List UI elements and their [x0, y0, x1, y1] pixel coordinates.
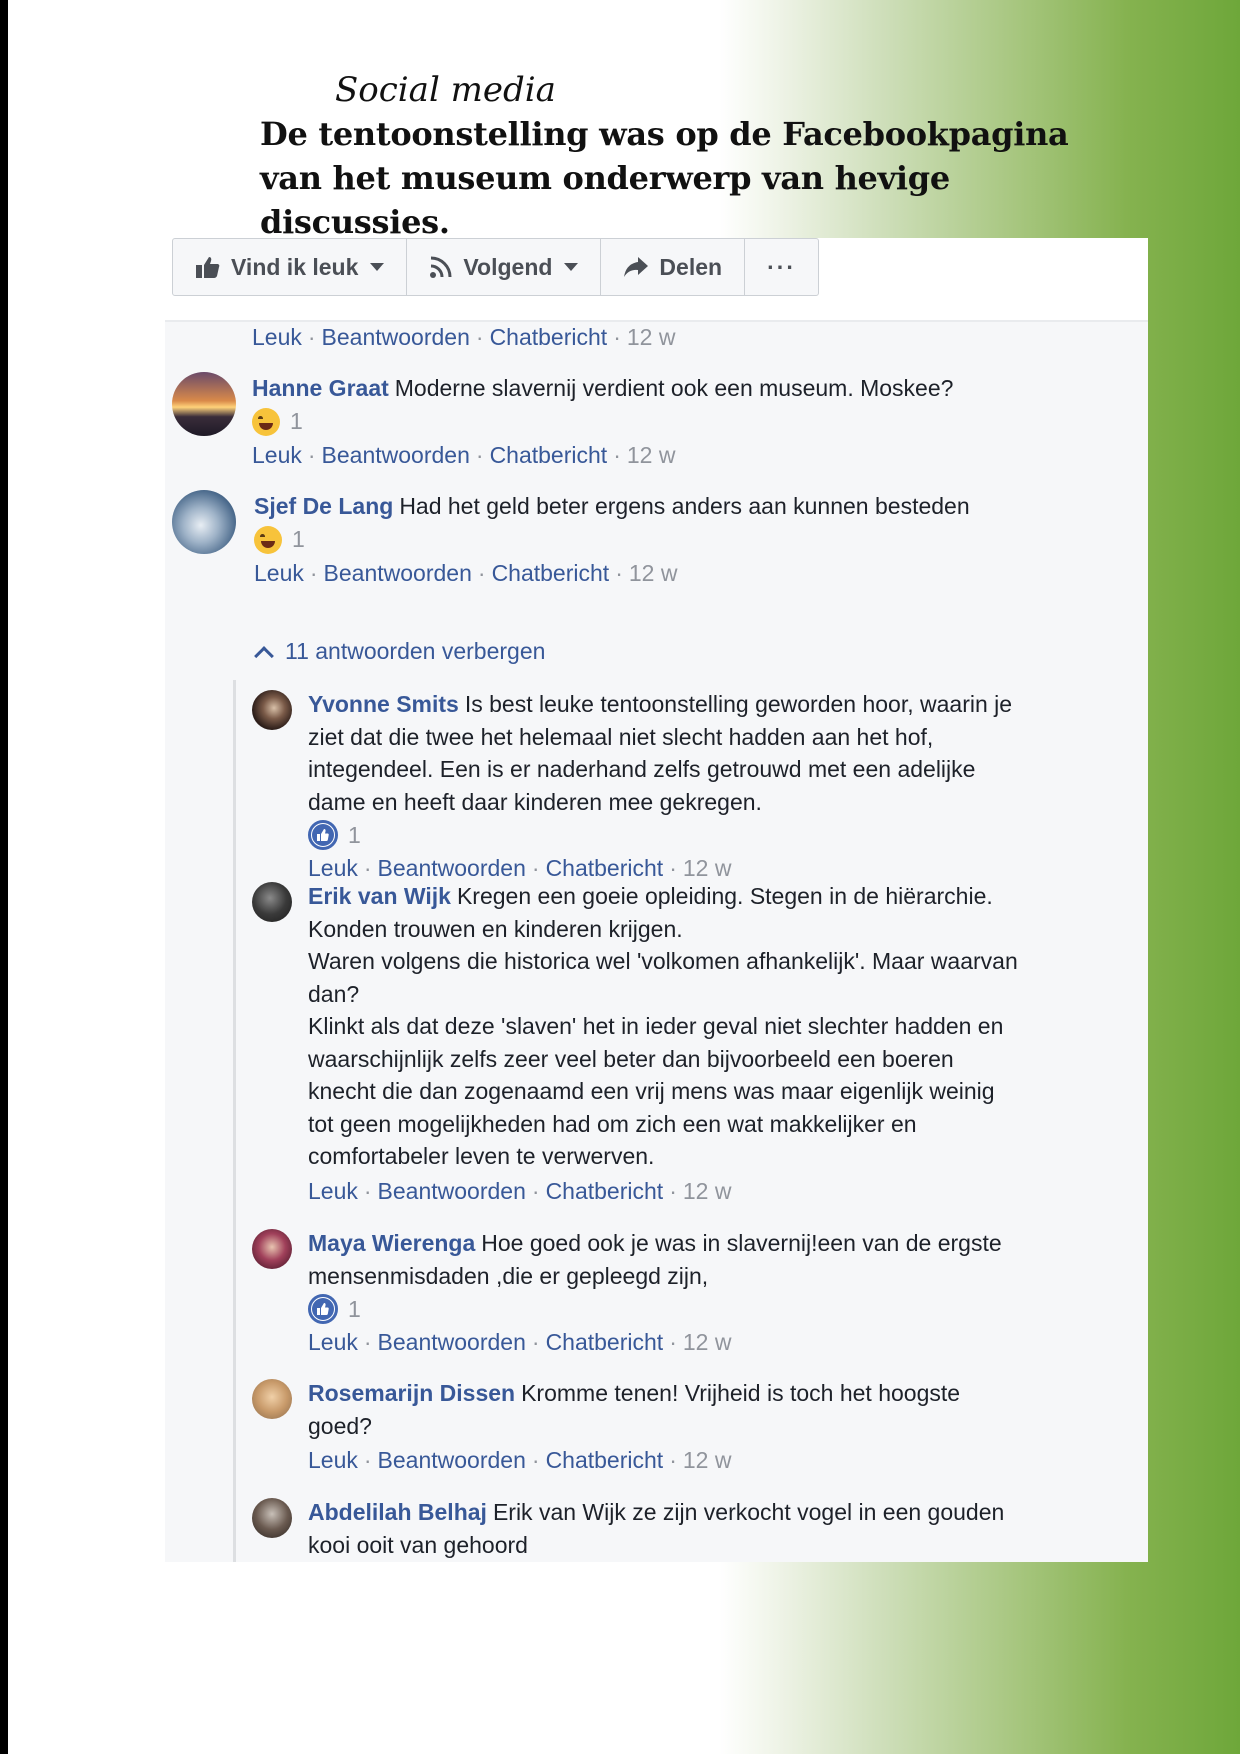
chat-link[interactable]: Chatbericht: [546, 855, 664, 881]
comment: Sjef De Lang Had het geld beter ergens an…: [165, 490, 1148, 600]
reply-text-block: Yvonne Smits Is best leuke tentoonstellin…: [308, 691, 1013, 815]
comment-actions: Leuk · Beantwoorden · Chatbericht · 12 w: [308, 1447, 732, 1473]
chevron-up-icon: [254, 645, 274, 666]
chevron-down-icon: [564, 263, 579, 271]
comment-actions: Leuk · Beantwoorden · Chatbericht · 12 w: [308, 1177, 732, 1204]
like-link[interactable]: Leuk: [252, 442, 302, 468]
reply-link[interactable]: Beantwoorden: [322, 442, 470, 468]
reply-text-block: Maya Wierenga Hoe goed ook je was in slav…: [308, 1230, 1002, 1289]
reply-link[interactable]: Beantwoorden: [378, 855, 526, 881]
comment-author[interactable]: Yvonne Smits: [308, 691, 459, 717]
comment-timestamp: 12 w: [628, 559, 678, 586]
comment-author[interactable]: Hanne Graat: [252, 375, 389, 401]
like-reaction-icon: [308, 820, 338, 850]
replies-thread-line: [233, 680, 236, 1562]
comment-timestamp: 12 w: [682, 1447, 732, 1473]
reaction-summary[interactable]: 1: [254, 523, 1134, 557]
comment-timestamp: 12 w: [626, 324, 676, 350]
reaction-count: 1: [348, 821, 361, 848]
chevron-down-icon: [370, 263, 385, 271]
follow-label: Volgend: [463, 253, 553, 280]
avatar[interactable]: [172, 372, 236, 436]
comment: Hanne Graat Moderne slavernij verdient oo…: [165, 372, 1148, 482]
hide-replies-label: 11 antwoorden verbergen: [285, 638, 546, 664]
like-page-label: Vind ik leuk: [231, 253, 359, 280]
reply-text-block: Erik van Wijk Kregen een goeie opleiding.…: [308, 883, 1018, 1169]
reply-link[interactable]: Beantwoorden: [324, 560, 472, 586]
avatar[interactable]: [172, 490, 236, 554]
reply-link[interactable]: Beantwoorden: [378, 1447, 526, 1473]
reply-link[interactable]: Beantwoorden: [378, 1178, 526, 1204]
more-options-button[interactable]: ···: [745, 239, 818, 295]
comment-author[interactable]: Abdelilah Belhaj: [308, 1499, 487, 1525]
comment-timestamp: 12 w: [682, 1329, 732, 1355]
comment-text: Moderne slavernij verdient ook een museu…: [394, 375, 954, 401]
haha-emoji-icon: [254, 525, 282, 554]
hide-replies-toggle[interactable]: 11 antwoorden verbergen: [254, 638, 546, 666]
share-button[interactable]: Delen: [601, 239, 746, 295]
comment-actions: Leuk · Beantwoorden · Chatbericht · 12 w: [252, 441, 676, 468]
post-toolbar: Vind ik leuk Volgend Delen ···: [165, 238, 1148, 322]
like-page-button[interactable]: Vind ik leuk: [173, 239, 408, 295]
like-link[interactable]: Leuk: [252, 324, 302, 350]
comment-text: Had het geld beter ergens anders aan kun…: [399, 493, 970, 519]
section-lede: De tentoonstelling was op de Facebookpag…: [260, 115, 1069, 241]
reply-link[interactable]: Beantwoorden: [378, 1329, 526, 1355]
facebook-screenshot: Vind ik leuk Volgend Delen ··· Leuk · Be…: [165, 238, 1148, 1562]
chat-link[interactable]: Chatbericht: [490, 442, 608, 468]
avatar[interactable]: [252, 882, 292, 922]
like-reaction-icon: [308, 1294, 338, 1324]
like-link[interactable]: Leuk: [308, 1447, 358, 1473]
chat-link[interactable]: Chatbericht: [546, 1447, 664, 1473]
reaction-summary[interactable]: 1: [252, 405, 1132, 439]
haha-emoji-icon: [252, 407, 280, 436]
avatar[interactable]: [252, 690, 292, 730]
reaction-summary[interactable]: 1: [308, 818, 1138, 852]
follow-button[interactable]: Volgend: [407, 239, 602, 295]
thumbs-up-icon: [195, 255, 221, 279]
chat-link[interactable]: Chatbericht: [546, 1329, 664, 1355]
toolbar-button-group: Vind ik leuk Volgend Delen ···: [172, 238, 820, 296]
avatar[interactable]: [252, 1229, 292, 1269]
comment-author[interactable]: Maya Wierenga: [308, 1230, 475, 1256]
comment-actions: Leuk · Beantwoorden · Chatbericht · 12 w: [254, 559, 678, 586]
avatar[interactable]: [252, 1379, 292, 1419]
comment-timestamp: 12 w: [682, 1177, 732, 1204]
like-link[interactable]: Leuk: [308, 855, 358, 881]
like-link[interactable]: Leuk: [254, 560, 304, 586]
comment-actions: Leuk · Beantwoorden · Chatbericht · 12 w: [308, 1329, 732, 1355]
chat-link[interactable]: Chatbericht: [492, 560, 610, 586]
chat-link[interactable]: Chatbericht: [546, 1178, 664, 1204]
reply-text-block: Abdelilah Belhaj Erik van Wijk ze zijn ve…: [308, 1499, 1005, 1558]
reply-link[interactable]: Beantwoorden: [322, 324, 470, 350]
comment-author[interactable]: Rosemarijn Dissen: [308, 1380, 515, 1406]
avatar[interactable]: [252, 1498, 292, 1538]
comment-timestamp: 12 w: [682, 855, 732, 881]
reaction-count: 1: [290, 408, 303, 435]
article-heading: Social media De tentoonstelling was op d…: [260, 68, 1140, 244]
reaction-summary[interactable]: 1: [308, 1292, 1138, 1326]
section-kicker: Social media: [335, 70, 556, 110]
reaction-count: 1: [292, 526, 305, 553]
page-left-border: [0, 0, 8, 1754]
reply-text-block: Rosemarijn Dissen Kromme tenen! Vrijheid …: [308, 1380, 961, 1439]
comment-timestamp: 12 w: [626, 441, 676, 468]
like-link[interactable]: Leuk: [308, 1178, 358, 1204]
comment-author[interactable]: Erik van Wijk: [308, 883, 451, 909]
more-dots-icon: ···: [767, 253, 797, 280]
rss-icon: [429, 255, 453, 279]
share-label: Delen: [659, 253, 723, 280]
reaction-count: 1: [348, 1295, 361, 1322]
like-link[interactable]: Leuk: [308, 1329, 358, 1355]
comment-actions: Leuk · Beantwoorden · Chatbericht · 12 w: [252, 324, 676, 350]
share-arrow-icon: [623, 256, 649, 278]
comment-author[interactable]: Sjef De Lang: [254, 493, 393, 519]
chat-link[interactable]: Chatbericht: [490, 324, 608, 350]
